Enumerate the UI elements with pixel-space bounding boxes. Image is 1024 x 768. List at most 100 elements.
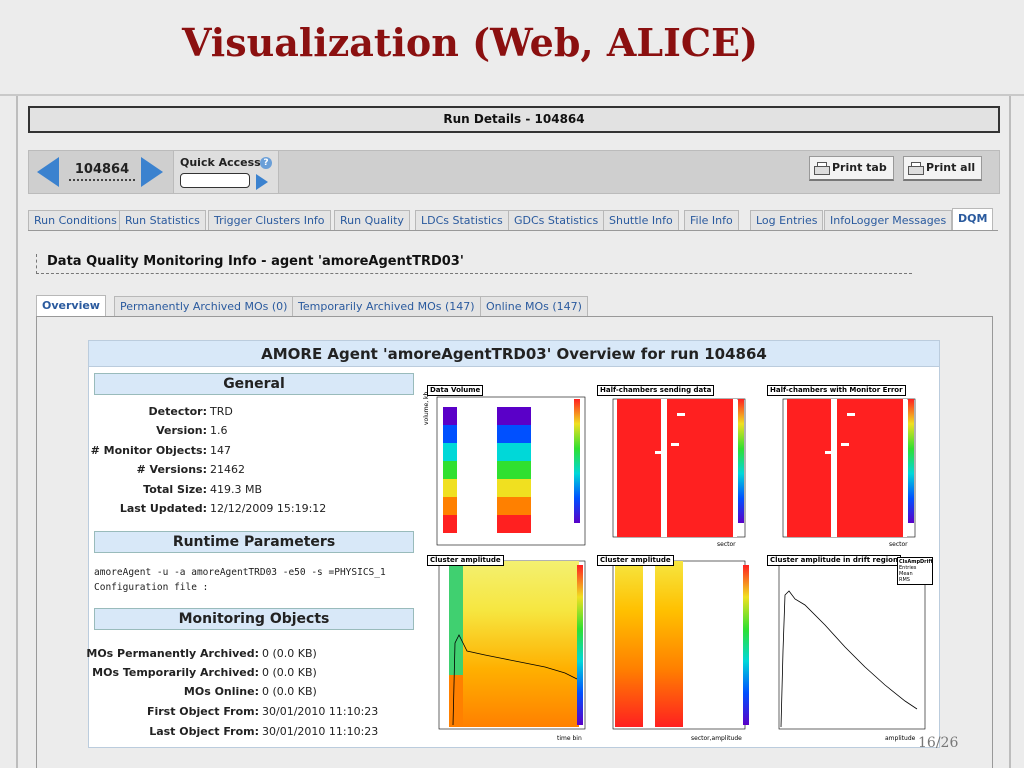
data-volume-cell [443,479,457,497]
tab-log-entries[interactable]: Log Entries [750,210,824,230]
next-run-arrow-icon[interactable] [141,157,163,187]
mo-key: First Object From: [146,705,259,718]
general-section-heading: General [94,373,414,395]
mo-key: MOs Online: [183,685,259,698]
plot-cluster-amplitude-drift[interactable]: Cluster amplitude in drift region ClsAmp… [765,555,935,745]
general-value: 12/12/2009 15:19:12 [210,502,327,515]
plot-title: Half-chambers sending data [597,385,715,396]
slide-title: Visualization (Web, ALICE) [181,20,759,65]
plot-title: Data Volume [427,385,484,396]
data-volume-cell [509,515,531,533]
general-key: Detector: [148,405,207,418]
cluster-amplitude-heatmap [438,560,586,730]
mo-value: 30/01/2010 11:10:23 [262,725,379,738]
general-key: # Monitor Objects: [90,444,207,457]
general-value: 21462 [210,463,245,476]
subtab-permanently-archived[interactable]: Permanently Archived MOs (0) [114,296,294,316]
plot-xlabel: amplitude [885,735,916,742]
run-number[interactable]: 104864 [69,162,135,181]
plot-half-chambers-error[interactable]: Half-chambers with Monitor Error sector [765,385,935,553]
mo-value: 0 (0.0 KB) [262,685,317,698]
amore-report: AMORE Agent 'amoreAgentTRD03' Overview f… [86,340,940,748]
dqm-subtabs: Overview Permanently Archived MOs (0) Te… [36,295,936,317]
plot-xlabel: sector [889,541,908,548]
half-chambers-sending-heatmap [612,398,746,538]
data-volume-cell [509,407,531,425]
tab-run-conditions[interactable]: Run Conditions [28,210,123,230]
report-title: AMORE Agent 'amoreAgentTRD03' Overview f… [89,341,939,367]
plot-cluster-amplitude-time[interactable]: Cluster amplitude time bin [425,555,593,745]
print-all-button[interactable]: Print all [903,156,983,181]
plot-data-volume[interactable]: Data Volume volume, kb [423,385,593,553]
data-volume-cell [443,497,457,515]
plot-title: Cluster amplitude in drift region [767,555,901,566]
general-value: 419.3 MB [210,483,263,496]
plot-title: Half-chambers with Monitor Error [767,385,906,396]
plot-title: Cluster amplitude [427,555,504,566]
tab-file-info[interactable]: File Info [684,210,739,230]
run-navigator: 104864 [31,153,167,191]
plot-xlabel: time bin [557,735,582,742]
main-tabs: Run Conditions Run Statistics Trigger Cl… [28,208,1000,230]
slide-page-number: 16/26 [918,735,959,751]
tab-shuttle-info[interactable]: Shuttle Info [603,210,679,230]
mo-value: 0 (0.0 KB) [262,666,317,679]
data-volume-cell [509,443,531,461]
monitoring-objects-heading: Monitoring Objects [94,608,414,630]
tab-trigger-clusters-info[interactable]: Trigger Clusters Info [208,210,331,230]
plot-xlabel: sector [717,541,736,548]
subtab-temporarily-archived[interactable]: Temporarily Archived MOs (147) [292,296,481,316]
data-volume-cell [509,425,531,443]
runtime-section-heading: Runtime Parameters [94,531,414,553]
mo-value: 0 (0.0 KB) [262,647,317,660]
quick-access-input[interactable] [180,173,250,188]
half-chambers-error-heatmap [782,398,916,538]
monitoring-objects-list: MOs Permanently Archived: 0 (0.0 KB) MOs … [86,647,419,747]
run-details-header: Run Details - 104864 [28,106,1000,133]
general-key: # Versions: [136,463,208,476]
runtime-command: amoreAgent -u -a amoreAgentTRD03 -e50 -s… [94,567,386,578]
print-tab-label: Print tab [832,161,887,174]
tab-run-statistics[interactable]: Run Statistics [119,210,206,230]
tab-gdcs-statistics[interactable]: GDCs Statistics [508,210,605,230]
help-icon[interactable]: ? [260,157,272,169]
data-volume-heatmap [436,396,586,546]
general-key: Total Size: [143,483,207,496]
stats-rms: RMS [899,577,910,583]
tab-dqm[interactable]: DQM [952,208,994,230]
print-all-label: Print all [926,161,976,174]
general-value: 147 [210,444,231,457]
previous-run-arrow-icon[interactable] [37,157,59,187]
mo-key: Last Object From: [149,725,259,738]
runtime-config: Configuration file : [94,582,209,593]
general-value: TRD [210,405,233,418]
tab-ldcs-statistics[interactable]: LDCs Statistics [415,210,509,230]
data-volume-cell [443,515,457,533]
data-volume-cell [443,407,457,425]
general-value: 1.6 [210,424,228,437]
tab-run-quality[interactable]: Run Quality [334,210,410,230]
data-volume-cell [443,425,457,443]
printer-icon [908,161,924,175]
mo-value: 30/01/2010 11:10:23 [262,705,379,718]
browser-app: Run Details - 104864 104864 Quick Access… [16,96,1011,768]
mo-key: MOs Temporarily Archived: [92,666,259,679]
tabs-divider [28,230,998,231]
quick-access-go-icon[interactable] [256,174,268,190]
general-key: Version: [156,424,207,437]
data-volume-cell [509,461,531,479]
plot-cluster-amplitude-sector[interactable]: Cluster amplitude sector,amplitude [595,555,763,745]
plot-half-chambers-sending[interactable]: Half-chambers sending data sector [595,385,763,553]
data-volume-cell [443,443,457,461]
data-volume-cell [509,479,531,497]
printer-icon [814,161,830,175]
tab-infologger-messages[interactable]: InfoLogger Messages [824,210,953,230]
print-tab-button[interactable]: Print tab [809,156,894,181]
navigation-bar: 104864 Quick Access ? Print tab Print al… [28,150,1000,194]
subtab-online-mos[interactable]: Online MOs (147) [480,296,588,316]
subtab-overview[interactable]: Overview [36,295,106,317]
plot-ylabel: volume, kb [423,391,430,425]
quick-access-label: Quick Access [180,156,261,169]
data-volume-cell [509,497,531,515]
general-info-list: Detector: TRD Version: 1.6 # Monitor Objec… [89,405,419,525]
